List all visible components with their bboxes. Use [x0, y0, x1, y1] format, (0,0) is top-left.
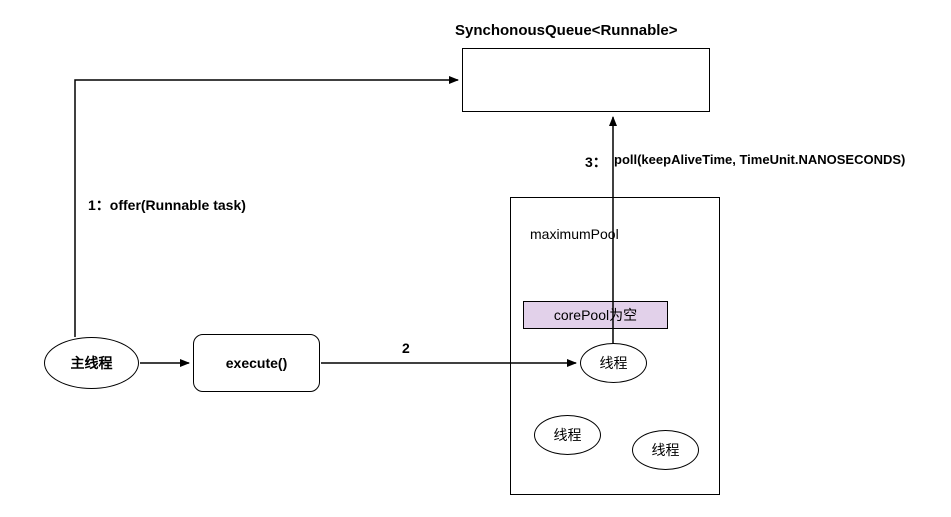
arrow-offer [75, 80, 458, 337]
arrows-layer [0, 0, 951, 517]
diagram-stage: { "title": "SynchonousQueue<Runnable>", … [0, 0, 951, 517]
